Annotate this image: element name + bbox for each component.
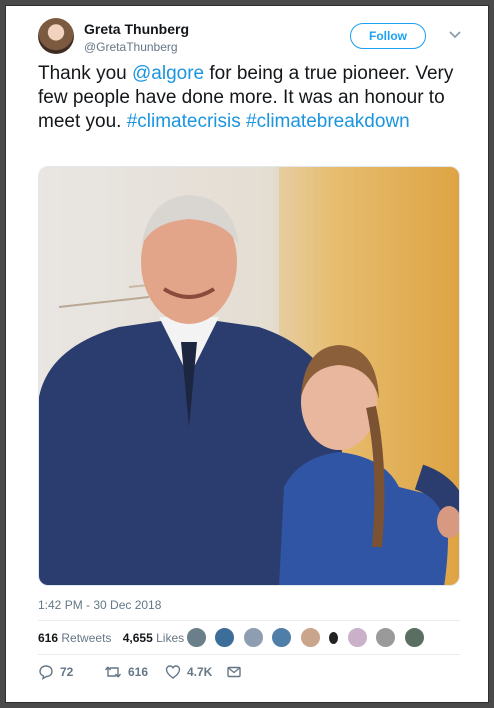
photo-image — [39, 167, 459, 585]
likes-stat[interactable]: 4,655 Likes — [123, 631, 184, 645]
tweet-photo[interactable] — [38, 166, 460, 586]
hashtag-link[interactable]: #climatecrisis — [127, 111, 241, 132]
divider — [38, 654, 460, 655]
retweet-button[interactable]: 616 — [104, 664, 148, 680]
liker-avatar-icon[interactable] — [214, 627, 236, 648]
retweets-label: Retweets — [61, 631, 112, 645]
reply-icon — [39, 665, 53, 680]
envelope-icon — [227, 666, 241, 678]
avatar[interactable] — [38, 18, 74, 54]
tweet-timestamp[interactable]: 1:42 PM - 30 Dec 2018 — [38, 598, 161, 612]
liker-avatar-icon[interactable] — [328, 630, 340, 645]
likers-avatars — [186, 627, 428, 649]
liker-avatar-icon[interactable] — [403, 627, 425, 648]
tweet-card: Greta Thunberg @GretaThunberg Follow Tha… — [5, 5, 489, 703]
retweet-icon — [104, 666, 122, 678]
message-button[interactable] — [226, 664, 248, 680]
retweets-count: 616 — [38, 631, 59, 645]
retweets-stat[interactable]: 616 Retweets — [38, 631, 111, 645]
like-button[interactable]: 4.7K — [165, 664, 212, 680]
retweet-count: 616 — [128, 665, 149, 679]
liker-avatar-icon[interactable] — [299, 627, 321, 648]
reply-count: 72 — [60, 665, 74, 679]
mention-link[interactable]: @algore — [132, 63, 204, 84]
display-name[interactable]: Greta Thunberg — [84, 21, 189, 37]
hashtag-link[interactable]: #climatebreakdown — [246, 111, 410, 132]
divider — [38, 620, 460, 621]
follow-button[interactable]: Follow — [350, 23, 426, 49]
tweet-header: Greta Thunberg @GretaThunberg Follow — [38, 18, 464, 58]
like-count: 4.7K — [187, 665, 213, 679]
liker-avatar-icon[interactable] — [186, 627, 207, 648]
engagement-stats: 616 Retweets 4,655 Likes — [38, 631, 192, 651]
likes-count: 4,655 — [122, 631, 153, 645]
reply-button[interactable]: 72 — [38, 664, 73, 680]
tweet-text: Thank you @algore for being a true pione… — [38, 62, 468, 134]
likes-label: Likes — [156, 631, 185, 645]
user-handle[interactable]: @GretaThunberg — [84, 40, 178, 54]
tweet-text-part: Thank you — [38, 63, 132, 84]
chevron-down-icon[interactable] — [448, 28, 462, 42]
liker-avatar-icon[interactable] — [346, 627, 368, 648]
liker-avatar-icon[interactable] — [242, 627, 264, 648]
liker-avatar-icon[interactable] — [271, 627, 293, 648]
heart-icon — [165, 665, 181, 679]
liker-avatar-icon[interactable] — [375, 627, 397, 648]
